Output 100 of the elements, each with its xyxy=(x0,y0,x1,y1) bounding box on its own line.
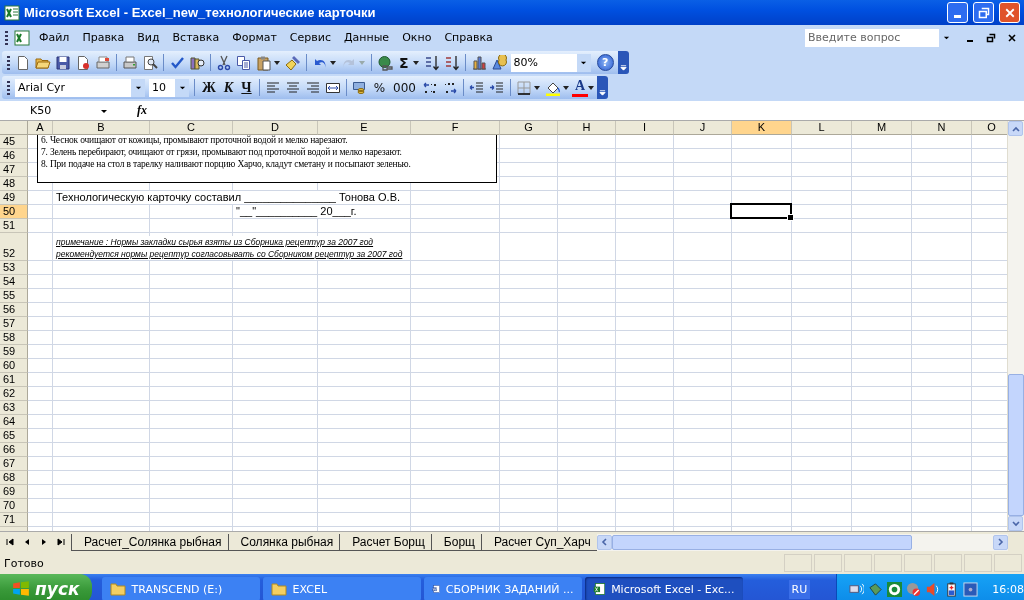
copy-icon[interactable] xyxy=(236,54,252,71)
row-header[interactable]: 70 xyxy=(0,499,28,513)
decrease-indent-icon[interactable] xyxy=(468,79,485,96)
scroll-thumb[interactable] xyxy=(1008,374,1024,516)
row-header[interactable]: 67 xyxy=(0,457,28,471)
row-header[interactable]: 62 xyxy=(0,387,28,401)
column-header[interactable]: A xyxy=(28,121,53,135)
globe-link-icon[interactable] xyxy=(377,54,393,71)
taskbar-button[interactable]: TRANSCEND (E:) xyxy=(101,577,260,600)
taskbar-button[interactable]: EXCEL xyxy=(262,577,421,600)
device-icon[interactable] xyxy=(868,581,884,597)
mail-printer-icon[interactable] xyxy=(95,54,111,71)
row-header[interactable]: 50 xyxy=(0,205,28,219)
column-header[interactable]: I xyxy=(616,121,674,135)
row-header[interactable]: 51 xyxy=(0,219,28,233)
align-right-icon[interactable] xyxy=(304,79,321,96)
horizontal-scrollbar[interactable] xyxy=(596,533,1008,551)
column-header[interactable]: O xyxy=(972,121,1007,135)
row-header[interactable]: 53 xyxy=(0,261,28,275)
bar-chart-icon[interactable] xyxy=(470,54,487,71)
close-button[interactable] xyxy=(999,2,1020,23)
column-header[interactable]: C xyxy=(150,121,233,135)
caret-icon[interactable] xyxy=(330,60,336,65)
align-left-icon[interactable] xyxy=(264,79,281,96)
row-header[interactable]: 55 xyxy=(0,289,28,303)
row-header[interactable]: 65 xyxy=(0,429,28,443)
printer-icon[interactable] xyxy=(122,54,138,71)
close-icon[interactable] xyxy=(1007,32,1017,43)
currency-icon[interactable] xyxy=(351,79,368,96)
column-header[interactable]: M xyxy=(852,121,912,135)
restore-button[interactable] xyxy=(973,2,994,23)
blocked-icon[interactable] xyxy=(906,581,922,597)
scroll-thumb[interactable] xyxy=(611,534,912,550)
document-permission-icon[interactable] xyxy=(75,54,91,71)
row-header[interactable]: 58 xyxy=(0,331,28,345)
percent-button[interactable]: % xyxy=(369,77,390,98)
align-center-icon[interactable] xyxy=(284,79,301,96)
row-header[interactable]: 61 xyxy=(0,373,28,387)
sheet-tab[interactable]: Борщ xyxy=(430,533,481,551)
language-indicator[interactable]: RU xyxy=(788,579,811,599)
scroll-down-button[interactable] xyxy=(1008,516,1023,531)
scroll-right-button[interactable] xyxy=(993,534,1008,550)
print-preview-icon[interactable] xyxy=(142,54,158,71)
underline-button[interactable]: Ч xyxy=(237,77,256,98)
eye-icon[interactable] xyxy=(887,581,903,597)
autosum-button[interactable]: Σ xyxy=(395,52,413,73)
insert-function-button[interactable]: fx xyxy=(112,103,172,118)
caret-icon[interactable] xyxy=(588,85,595,90)
row-header[interactable]: 46 xyxy=(0,149,28,163)
research-icon[interactable] xyxy=(189,54,205,71)
zoom-field[interactable]: 80% xyxy=(510,53,591,72)
row-header[interactable]: 57 xyxy=(0,317,28,331)
menu-item[interactable]: Данные xyxy=(337,29,396,46)
spreadsheet-icon[interactable] xyxy=(14,29,30,46)
menu-item[interactable]: Вставка xyxy=(166,29,226,46)
new-file-icon[interactable] xyxy=(15,54,31,71)
increase-indent-icon[interactable] xyxy=(488,79,505,96)
column-header[interactable]: K xyxy=(732,121,792,135)
column-header[interactable]: J xyxy=(674,121,732,135)
toolbar-options-button[interactable] xyxy=(617,51,629,74)
row-header[interactable]: 69 xyxy=(0,485,28,499)
restore-icon[interactable] xyxy=(986,32,996,43)
clipboard-icon[interactable] xyxy=(256,54,272,71)
menu-item[interactable]: Окно xyxy=(396,29,438,46)
taskbar-button[interactable]: СБОРНИК ЗАДАНИЙ ... xyxy=(423,577,582,600)
caret-icon[interactable] xyxy=(412,60,419,65)
column-header[interactable]: D xyxy=(233,121,318,135)
start-button[interactable]: пуск xyxy=(0,574,92,600)
row-header[interactable]: 60 xyxy=(0,359,28,373)
row-header[interactable]: 52 xyxy=(0,233,28,261)
column-header[interactable]: E xyxy=(318,121,411,135)
menu-item[interactable]: Справка xyxy=(438,29,499,46)
menu-item[interactable]: Правка xyxy=(76,29,131,46)
save-icon[interactable] xyxy=(55,54,71,71)
menu-item[interactable]: Формат xyxy=(226,29,283,46)
row-header[interactable]: 49 xyxy=(0,191,28,205)
row-header[interactable]: 68 xyxy=(0,471,28,485)
help-search-field[interactable]: Введите вопрос xyxy=(805,28,953,47)
menu-item[interactable]: Вид xyxy=(131,29,166,46)
menu-item[interactable]: Файл xyxy=(33,29,76,46)
name-box[interactable]: K50 xyxy=(0,102,112,119)
row-header[interactable]: 63 xyxy=(0,401,28,415)
caret-icon[interactable] xyxy=(562,85,569,90)
row-header[interactable]: 56 xyxy=(0,303,28,317)
thousands-separator-button[interactable]: 000 xyxy=(389,77,420,98)
column-header[interactable]: G xyxy=(500,121,558,135)
row-header[interactable]: 47 xyxy=(0,163,28,177)
sort-descending-icon[interactable] xyxy=(443,54,460,71)
bold-button[interactable]: Ж xyxy=(198,77,220,98)
column-header[interactable]: H xyxy=(558,121,616,135)
taskbar-button[interactable]: Microsoft Excel - Exc... xyxy=(584,577,743,600)
caret-icon[interactable] xyxy=(533,85,540,90)
brush-icon[interactable] xyxy=(285,54,301,71)
borders-icon[interactable] xyxy=(515,79,532,96)
sort-ascending-icon[interactable] xyxy=(423,54,440,71)
minimize-button[interactable] xyxy=(947,2,968,23)
scissors-icon[interactable] xyxy=(216,54,232,71)
font-field[interactable]: Arial Cyr xyxy=(15,78,145,97)
font-size-field[interactable]: 10 xyxy=(149,78,189,97)
row-header[interactable]: 45 xyxy=(0,135,28,149)
